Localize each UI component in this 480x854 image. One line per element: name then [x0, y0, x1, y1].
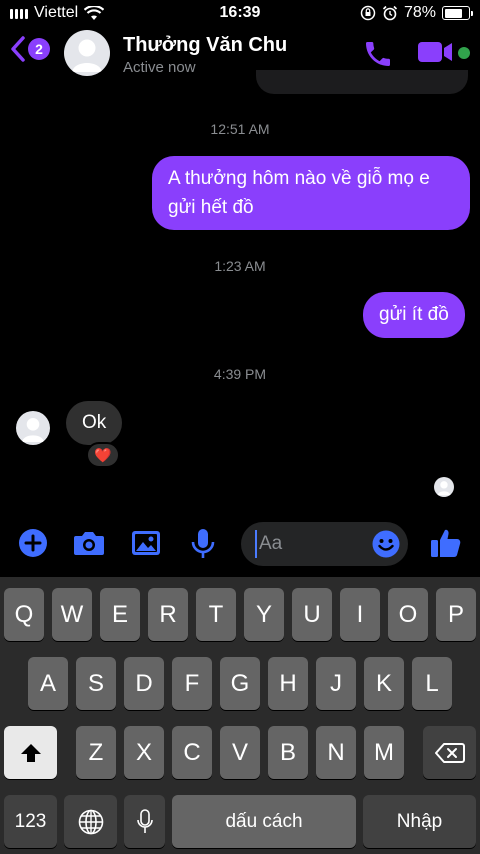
key-h[interactable]: H	[268, 657, 308, 710]
key-g[interactable]: G	[220, 657, 260, 710]
incoming-message[interactable]: Ok	[66, 401, 123, 445]
key-d[interactable]: D	[124, 657, 164, 710]
keyboard: 123 dấu cách Nhập QWERTYUIOP ASDFGHJKL ZXC…	[0, 577, 480, 854]
contact-name[interactable]: Thưởng Văn Chu	[123, 34, 287, 57]
video-call-button[interactable]	[418, 40, 454, 69]
message-input-container	[241, 522, 408, 566]
key-q[interactable]: Q	[4, 588, 44, 641]
online-indicator	[458, 47, 470, 59]
key-l[interactable]: L	[412, 657, 452, 710]
chevron-left-icon	[11, 36, 25, 62]
default-avatar-icon	[21, 418, 45, 443]
globe-key[interactable]	[64, 795, 117, 848]
timestamp: 1:23 AM	[214, 258, 266, 274]
image-icon	[132, 531, 160, 555]
unread-badge: 2	[28, 38, 50, 60]
default-avatar-icon	[72, 39, 102, 72]
contact-status: Active now	[123, 59, 196, 76]
gallery-button[interactable]	[131, 528, 161, 563]
key-n[interactable]: N	[316, 726, 356, 779]
add-button[interactable]	[18, 528, 48, 563]
dictation-key[interactable]	[124, 795, 165, 848]
default-avatar-icon	[437, 481, 451, 496]
key-u[interactable]: U	[292, 588, 332, 641]
key-k[interactable]: K	[364, 657, 404, 710]
message-line: A thưởng hôm nào về giỗ mọ e	[168, 168, 430, 189]
key-m[interactable]: M	[364, 726, 404, 779]
key-w[interactable]: W	[52, 588, 92, 641]
shift-key[interactable]	[4, 726, 57, 779]
outgoing-message[interactable]: A thưởng hôm nào về giỗ mọ e gửi hết đồ	[152, 156, 470, 230]
key-b[interactable]: B	[268, 726, 308, 779]
plus-circle-icon	[19, 529, 47, 557]
key-c[interactable]: C	[172, 726, 212, 779]
key-e[interactable]: E	[100, 588, 140, 641]
emoji-button[interactable]	[372, 530, 400, 563]
message-line: gửi hết đồ	[168, 197, 254, 218]
battery-icon	[442, 6, 473, 20]
key-o[interactable]: O	[388, 588, 428, 641]
key-p[interactable]: P	[436, 588, 476, 641]
shift-icon	[20, 743, 41, 762]
timestamp: 12:51 AM	[210, 121, 270, 137]
backspace-icon	[434, 742, 465, 763]
battery-percent: 78%	[403, 4, 436, 21]
globe-icon	[78, 809, 103, 834]
key-i[interactable]: I	[340, 588, 380, 641]
like-button[interactable]	[430, 527, 462, 564]
microphone-icon	[136, 808, 153, 833]
video-camera-icon	[418, 42, 452, 62]
microphone-icon	[191, 529, 215, 558]
backspace-key[interactable]	[423, 726, 476, 779]
key-x[interactable]: X	[124, 726, 164, 779]
voice-button[interactable]	[190, 528, 216, 565]
thumbs-up-icon	[431, 529, 461, 557]
outgoing-message[interactable]: gửi ít đồ	[363, 292, 465, 338]
key-v[interactable]: V	[220, 726, 260, 779]
key-y[interactable]: Y	[244, 588, 284, 641]
composer-bar	[0, 520, 480, 570]
key-a[interactable]: A	[28, 657, 68, 710]
key-t[interactable]: T	[196, 588, 236, 641]
phone-icon	[366, 42, 390, 66]
key-j[interactable]: J	[316, 657, 356, 710]
key-z[interactable]: Z	[76, 726, 116, 779]
key-f[interactable]: F	[172, 657, 212, 710]
camera-button[interactable]	[73, 528, 105, 563]
key-s[interactable]: S	[76, 657, 116, 710]
contact-avatar[interactable]	[64, 30, 110, 76]
key-r[interactable]: R	[148, 588, 188, 641]
return-key[interactable]: Nhập	[363, 795, 476, 848]
numbers-key[interactable]: 123	[4, 795, 57, 848]
timestamp: 4:39 PM	[213, 366, 267, 382]
heart-reaction[interactable]: ❤️	[86, 442, 120, 468]
previous-message-bubble	[256, 70, 468, 94]
sender-avatar[interactable]	[16, 411, 50, 445]
message-input[interactable]	[255, 530, 365, 558]
seen-avatar	[434, 477, 454, 497]
back-button[interactable]: 2	[10, 36, 50, 62]
orientation-lock-icon	[360, 5, 376, 21]
status-bar: Viettel 16:39 78%	[0, 0, 480, 26]
smiley-icon	[372, 530, 400, 558]
camera-icon	[74, 532, 104, 555]
alarm-icon	[382, 5, 398, 21]
space-key[interactable]: dấu cách	[172, 795, 356, 848]
status-right: 78%	[360, 4, 473, 22]
